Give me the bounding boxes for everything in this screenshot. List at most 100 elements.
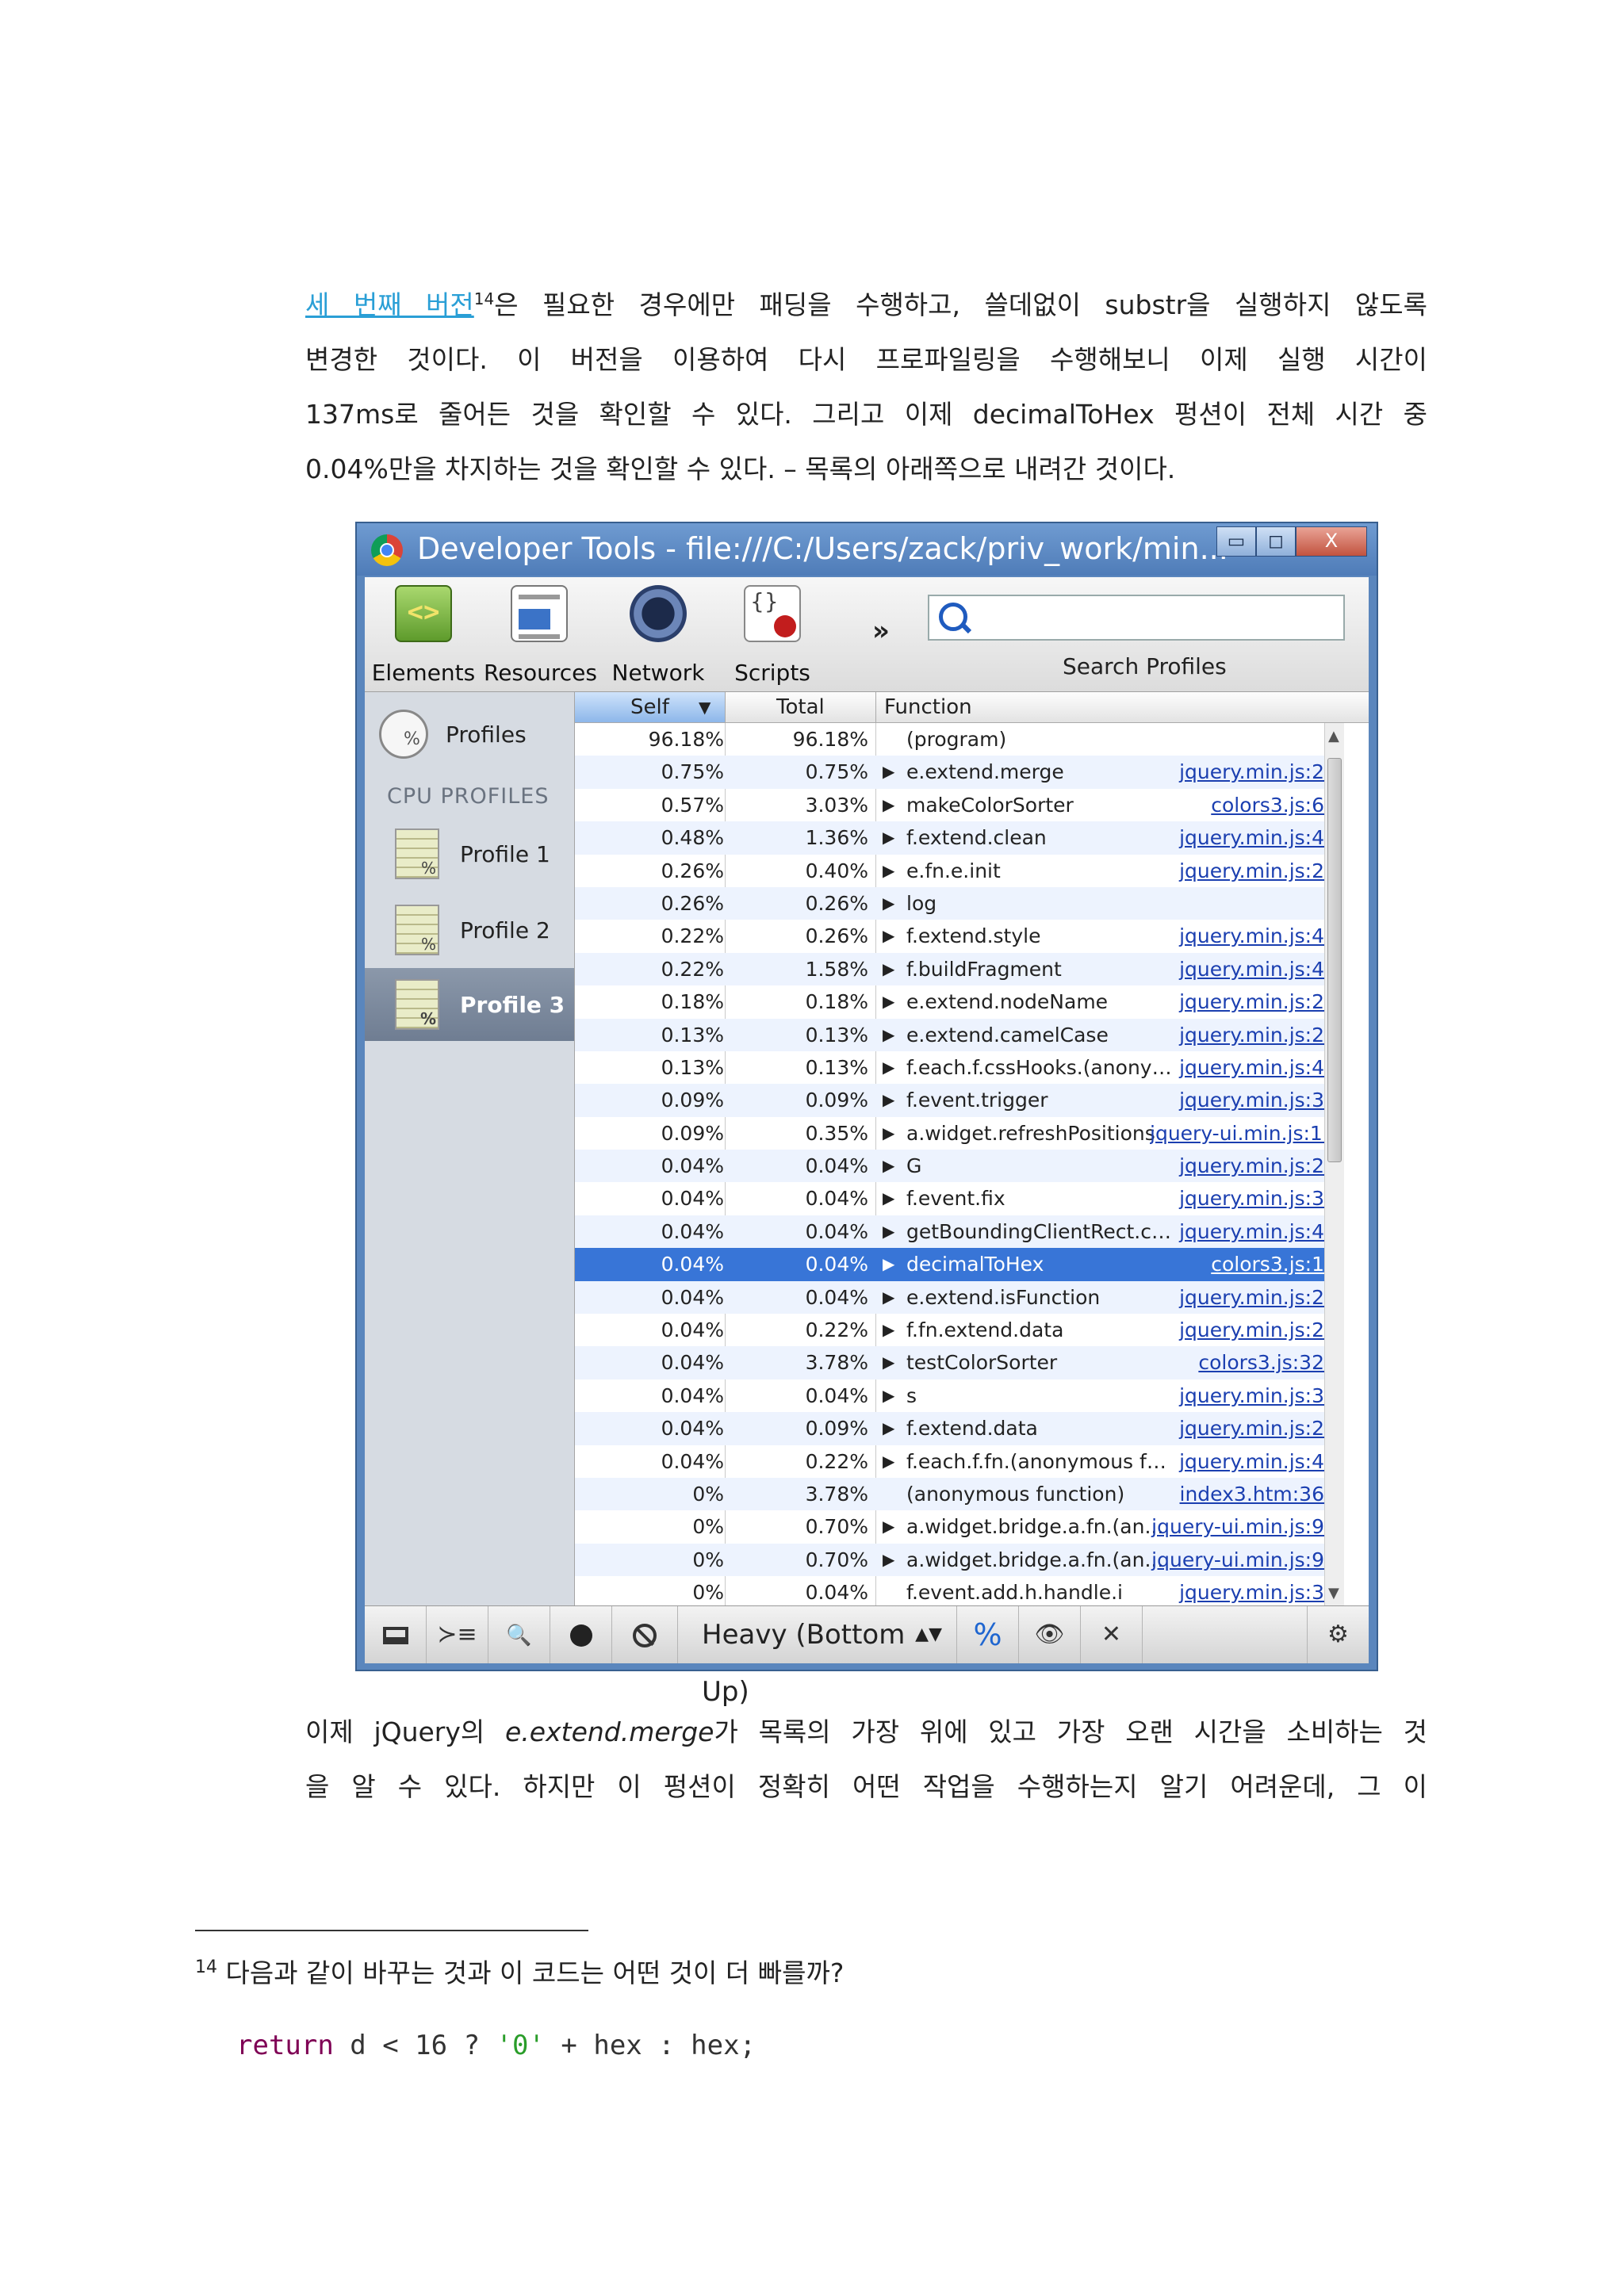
view-mode-select[interactable]: Heavy (Bottom Up) ▲▼ xyxy=(678,1606,957,1708)
table-row[interactable]: 0.04% 0.04% ▶ Gjquery.min.js:2 xyxy=(575,1150,1324,1183)
source-link[interactable]: jquery.min.js:4 xyxy=(1150,920,1324,952)
sidebar-item-profile-2[interactable]: Profile 2 xyxy=(365,894,574,966)
source-link[interactable]: jquery.min.js:4 xyxy=(1150,1445,1324,1478)
percent-toggle-button[interactable]: % xyxy=(957,1606,1019,1663)
profiles-header[interactable]: Profiles xyxy=(379,706,527,762)
source-link[interactable]: jquery-ui.min.js:9 xyxy=(1150,1544,1324,1576)
table-row[interactable]: 0% 0.70% ▶ a.widget.bridge.a.fn.(an... jquer… xyxy=(575,1510,1324,1543)
tab-elements[interactable]: Elements xyxy=(368,585,479,686)
source-link[interactable]: jquery.min.js:3 xyxy=(1150,1182,1324,1215)
expand-triangle-icon[interactable]: ▶ xyxy=(883,789,894,821)
expand-triangle-icon[interactable]: ▶ xyxy=(883,1510,894,1543)
table-row[interactable]: 0.57% 3.03% ▶ makeColorSorter colors3.js:6 xyxy=(575,789,1324,821)
minimize-button[interactable]: ▭ xyxy=(1216,526,1256,557)
table-row[interactable]: 0.09% 0.09% ▶ f.event.trigger jquery.min.js:… xyxy=(575,1084,1324,1117)
table-row[interactable]: 0.04% 0.09% ▶ f.extend.data jquery.min.js:2 xyxy=(575,1412,1324,1445)
expand-triangle-icon[interactable]: ▶ xyxy=(883,1445,894,1478)
expand-triangle-icon[interactable]: ▶ xyxy=(883,1380,894,1412)
source-link[interactable]: jquery.min.js:2 xyxy=(1150,756,1324,788)
expand-triangle-icon[interactable]: ▶ xyxy=(883,1346,894,1379)
source-link[interactable]: jquery.min.js:4 xyxy=(1150,1215,1324,1248)
source-link[interactable]: jquery.min.js:2 xyxy=(1150,1412,1324,1445)
table-row[interactable]: 0.18% 0.18% ▶ e.extend.nodeName jquery.min.j… xyxy=(575,985,1324,1018)
source-link[interactable]: index3.htm:36 xyxy=(1150,1478,1324,1510)
source-link[interactable]: jquery-ui.min.js:9 xyxy=(1150,1510,1324,1543)
table-row[interactable]: 0.09% 0.35% ▶ a.widget.refreshPositions jque… xyxy=(575,1117,1324,1150)
table-row[interactable]: 0% 3.78% (anonymous function) index3.htm:36 xyxy=(575,1477,1324,1511)
table-row[interactable]: 0.04% 0.04% ▶ f.event.fix jquery.min.js:3 xyxy=(575,1182,1324,1215)
expand-triangle-icon[interactable]: ▶ xyxy=(883,953,894,985)
settings-button[interactable]: ⚙ xyxy=(1307,1606,1369,1663)
tab-resources[interactable]: Resources xyxy=(484,585,597,686)
table-row[interactable]: 0.13% 0.13% ▶ f.each.f.cssHooks.(anonym... j… xyxy=(575,1051,1324,1084)
table-row[interactable]: 0.26% 0.26% ▶ log xyxy=(575,886,1324,920)
scrollbar-thumb[interactable] xyxy=(1327,758,1342,1162)
table-row[interactable]: 0.04% 0.22% ▶ f.each.f.fn.(anonymous fun...… xyxy=(575,1445,1324,1478)
source-link[interactable]: colors3.js:32 xyxy=(1150,1346,1324,1379)
close-button[interactable]: X xyxy=(1296,526,1367,557)
source-link[interactable]: jquery.min.js:2 xyxy=(1150,1281,1324,1314)
expand-triangle-icon[interactable]: ▶ xyxy=(883,1215,894,1248)
table-row[interactable]: 0.04% 0.22% ▶ f.fn.extend.data jquery.min.js… xyxy=(575,1314,1324,1346)
table-row[interactable]: 0.04% 3.78% ▶ testColorSorter colors3.js:32 xyxy=(575,1346,1324,1380)
maximize-button[interactable]: ◻ xyxy=(1256,526,1296,557)
window-titlebar[interactable]: Developer Tools - file:///C:/Users/zack/… xyxy=(357,523,1377,576)
clear-profiles-button[interactable] xyxy=(612,1606,678,1663)
column-header-self[interactable]: Self ▼ xyxy=(575,692,726,722)
expand-triangle-icon[interactable]: ▶ xyxy=(883,887,894,920)
column-header-function[interactable]: Function xyxy=(876,692,1369,722)
record-button[interactable] xyxy=(550,1606,612,1663)
column-header-total[interactable]: Total xyxy=(726,692,876,722)
expand-triangle-icon[interactable]: ▶ xyxy=(883,1084,894,1116)
inspect-search-button[interactable]: 🔍 xyxy=(488,1606,550,1663)
expand-triangle-icon[interactable]: ▶ xyxy=(883,1019,894,1051)
source-link[interactable]: jquery.min.js:3 xyxy=(1150,1084,1324,1116)
more-tabs-chevron-icon[interactable]: » xyxy=(872,615,890,647)
table-row[interactable]: 0% 0.04% f.event.add.h.handle.i jquery.min.… xyxy=(575,1576,1324,1609)
source-link[interactable]: jquery.min.js:2 xyxy=(1150,855,1324,887)
expand-triangle-icon[interactable]: ▶ xyxy=(883,1051,894,1084)
source-link[interactable]: jquery.min.js:2 xyxy=(1150,1019,1324,1051)
expand-triangle-icon[interactable]: ▶ xyxy=(883,855,894,887)
expand-triangle-icon[interactable]: ▶ xyxy=(883,821,894,854)
source-link[interactable]: jquery.min.js:2 xyxy=(1150,985,1324,1018)
expand-triangle-icon[interactable]: ▶ xyxy=(883,1314,894,1346)
source-link[interactable]: jquery.min.js:2 xyxy=(1150,1150,1324,1182)
expand-triangle-icon[interactable]: ▶ xyxy=(883,985,894,1018)
tab-network[interactable]: Network xyxy=(603,585,714,686)
expand-triangle-icon[interactable]: ▶ xyxy=(883,1412,894,1445)
source-link[interactable]: jquery.min.js:4 xyxy=(1150,821,1324,854)
table-row[interactable]: 0.04% 0.04% ▶ getBoundingClientRect.c.d... j… xyxy=(575,1215,1324,1249)
expand-triangle-icon[interactable]: ▶ xyxy=(883,1150,894,1182)
table-row[interactable]: 0.04% 0.04% ▶ decimalToHex colors3.js:1 xyxy=(575,1248,1324,1281)
footnote-link[interactable]: 세 번째 버전 xyxy=(305,289,474,320)
table-row[interactable]: 0.75% 0.75% ▶ e.extend.merge jquery.min.js:2 xyxy=(575,756,1324,789)
scroll-down-icon[interactable]: ▼ xyxy=(1328,1585,1339,1601)
source-link[interactable]: jquery.min.js:3 xyxy=(1150,1380,1324,1412)
console-button[interactable]: ≻≡ xyxy=(427,1606,488,1663)
focus-function-button[interactable]: 👁 xyxy=(1019,1606,1081,1663)
source-link[interactable]: jquery-ui.min.js:11 xyxy=(1150,1117,1324,1150)
expand-triangle-icon[interactable]: ▶ xyxy=(883,1281,894,1314)
vertical-scrollbar[interactable]: ▲ ▼ xyxy=(1324,723,1344,1606)
expand-triangle-icon[interactable]: ▶ xyxy=(883,1248,894,1280)
table-row[interactable]: 0.26% 0.40% ▶ e.fn.e.init jquery.min.js:2 xyxy=(575,855,1324,887)
table-row[interactable]: 0.22% 0.26% ▶ f.extend.style jquery.min.js:4 xyxy=(575,920,1324,952)
expand-triangle-icon[interactable]: ▶ xyxy=(883,1544,894,1576)
table-row[interactable]: 0.48% 1.36% ▶ f.extend.clean jquery.min.js:4 xyxy=(575,821,1324,855)
source-link[interactable]: jquery.min.js:4 xyxy=(1150,1051,1324,1084)
table-row[interactable]: 96.18% 96.18% (program) xyxy=(575,723,1324,756)
source-link[interactable]: jquery.min.js:3 xyxy=(1150,1576,1324,1609)
tab-scripts[interactable]: Scripts xyxy=(717,585,828,686)
source-link[interactable]: jquery.min.js:2 xyxy=(1150,1314,1324,1346)
search-field[interactable] xyxy=(977,601,1329,634)
table-row[interactable]: 0% 0.70% ▶ a.widget.bridge.a.fn.(an... jquer… xyxy=(575,1543,1324,1577)
scroll-up-icon[interactable]: ▲ xyxy=(1328,728,1339,744)
source-link[interactable]: jquery.min.js:4 xyxy=(1150,953,1324,985)
table-row[interactable]: 0.13% 0.13% ▶ e.extend.camelCase jquery.min.… xyxy=(575,1018,1324,1051)
source-link[interactable]: colors3.js:1 xyxy=(1150,1248,1324,1280)
search-profiles-input[interactable] xyxy=(928,595,1345,641)
expand-triangle-icon[interactable]: ▶ xyxy=(883,1182,894,1215)
source-link[interactable]: colors3.js:6 xyxy=(1150,789,1324,821)
sidebar-item-profile-1[interactable]: Profile 1 xyxy=(365,817,574,890)
